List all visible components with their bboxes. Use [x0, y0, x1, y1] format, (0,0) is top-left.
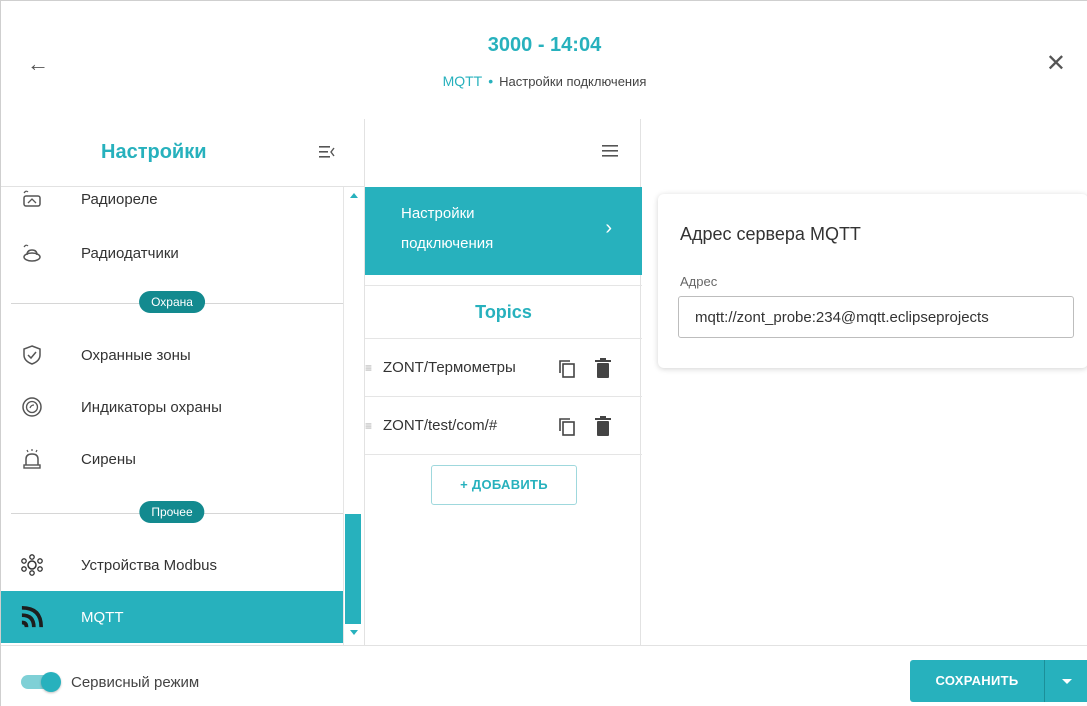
sidebar-item-mqtt[interactable]: MQTT [1, 591, 343, 643]
app-window: ← 3000 - 14:04 MQTT • Настройки подключени… [0, 0, 1087, 706]
section-divider-other: Прочее [1, 499, 343, 527]
close-icon[interactable]: ✕ [1046, 49, 1066, 78]
topics-header: Topics [365, 285, 642, 339]
sidebar-item-modbus[interactable]: Устройства Modbus [1, 539, 343, 591]
service-mode-label: Сервисный режим [71, 674, 200, 691]
sidebar-item-security-indicators[interactable]: Индикаторы охраны [1, 381, 343, 433]
sidebar-item-radio-relay[interactable]: Радиореле [1, 187, 343, 225]
nav-item-label-line1: Настройки [401, 205, 475, 222]
sidebar-header: Настройки [1, 119, 364, 187]
chevron-right-icon: › [605, 217, 612, 239]
sidebar-item-sirens[interactable]: Сирены [1, 433, 343, 485]
toggle-knob [41, 672, 61, 692]
scrollbar-thumb[interactable] [345, 514, 361, 624]
scroll-up-arrow-icon[interactable] [350, 193, 358, 198]
section-divider-security: Охрана [1, 289, 343, 317]
sidebar-item-label: Устройства Modbus [81, 556, 218, 574]
sidebar-menu: Радиореле Радиодатчики Охрана Охранные з… [1, 187, 343, 645]
header: ← 3000 - 14:04 MQTT • Настройки подключени… [1, 1, 1087, 119]
drag-handle-icon[interactable]: ≡ [365, 419, 372, 433]
security-indicator-icon [21, 396, 43, 418]
save-dropdown-button[interactable] [1044, 660, 1087, 702]
radio-relay-icon [21, 188, 43, 210]
server-address-card: Адрес сервера MQTT Адрес [658, 194, 1087, 368]
delete-icon[interactable] [595, 416, 611, 436]
breadcrumb-root[interactable]: MQTT [443, 73, 483, 89]
breadcrumb-separator: • [488, 73, 494, 89]
sidebar-item-security-zones[interactable]: Охранные зоны [1, 329, 343, 381]
address-field-label: Адрес [680, 274, 718, 289]
page-title: 3000 - 14:04 [487, 34, 602, 56]
siren-icon [21, 448, 43, 470]
service-mode-toggle[interactable] [21, 672, 61, 692]
topic-row[interactable]: ≡ ZONT/Термометры [365, 339, 642, 397]
modbus-icon [21, 554, 43, 576]
sidebar-title: Настройки [101, 141, 207, 163]
hamburger-menu-icon[interactable] [602, 145, 618, 157]
address-input[interactable] [678, 296, 1074, 338]
topic-name: ZONT/test/com/# [383, 417, 498, 434]
section-badge: Прочее [139, 501, 205, 523]
save-button[interactable]: СОХРАНИТЬ [910, 660, 1044, 702]
delete-icon[interactable] [595, 358, 611, 378]
caret-down-icon [1062, 679, 1072, 684]
sidebar-item-label: Сирены [81, 450, 136, 468]
scroll-down-arrow-icon[interactable] [350, 630, 358, 635]
sidebar-item-label: Охранные зоны [81, 346, 191, 364]
sidebar-item-label: MQTT [81, 608, 124, 626]
collapse-menu-icon[interactable] [319, 145, 335, 159]
copy-icon[interactable] [558, 359, 576, 379]
sidebar-item-label: Радиореле [81, 190, 158, 208]
breadcrumb-current: Настройки подключения [499, 74, 647, 89]
copy-icon[interactable] [558, 417, 576, 437]
topic-name: ZONT/Термометры [383, 359, 516, 376]
add-topic-button[interactable]: + ДОБАВИТЬ [431, 465, 577, 505]
sidebar-scrollbar[interactable] [343, 187, 364, 645]
mqtt-nav-panel: Настройки подключения › Topics ≡ ZONT/Те… [364, 119, 642, 645]
topics-title: Topics [475, 302, 532, 322]
sidebar-item-label: Радиодатчики [81, 244, 179, 262]
footer-bar: Сервисный режим СОХРАНИТЬ [1, 645, 1087, 706]
sidebar-item-label: Индикаторы охраны [81, 398, 222, 416]
section-badge: Охрана [139, 291, 205, 313]
breadcrumb: MQTT • Настройки подключения [1, 73, 1087, 89]
radio-sensor-icon [21, 242, 43, 264]
topic-row[interactable]: ≡ ZONT/test/com/# [365, 397, 642, 455]
nav-item-label-line2: подключения [401, 235, 494, 252]
card-title: Адрес сервера MQTT [680, 224, 861, 244]
mqtt-icon [21, 606, 43, 628]
nav-item-connection-settings[interactable]: Настройки подключения › [365, 187, 642, 275]
sidebar-item-radio-sensors[interactable]: Радиодатчики [1, 227, 343, 279]
settings-sidebar: Настройки Радиореле Радиодатчики Охрана … [1, 119, 364, 645]
shield-check-icon [21, 344, 43, 366]
mid-panel-header [365, 119, 642, 187]
drag-handle-icon[interactable]: ≡ [365, 361, 372, 375]
